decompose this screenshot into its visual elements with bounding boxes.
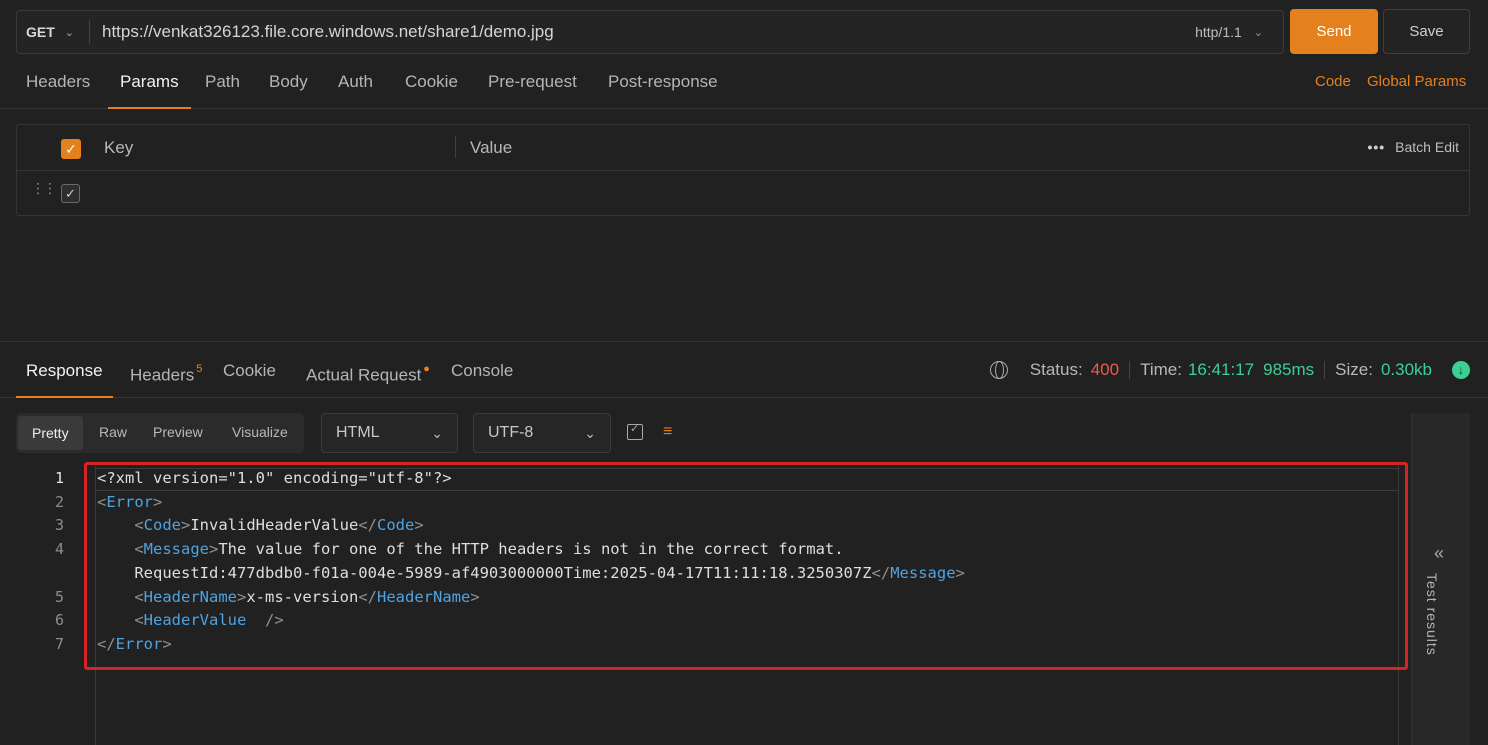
tab-params[interactable]: Params [108,62,191,109]
headers-count-badge: 5 [196,363,203,375]
test-results-panel[interactable]: « Test results [1411,413,1470,745]
response-status-bar: Status: 400 Time: 16:41:17 985ms Size: 0… [989,360,1470,380]
params-table: ✓ Key Value ••• Batch Edit ⋮⋮ ✓ [16,124,1470,216]
tab-post-response[interactable]: Post-response [608,62,718,109]
table-row: ⋮⋮ ✓ [17,171,1469,216]
line-number: 2 [54,492,64,511]
row-checkbox[interactable]: ✓ [61,184,80,203]
tab-actual-request-label: Actual Request [306,365,422,385]
tab-cookie[interactable]: Cookie [405,62,458,109]
encoding-select[interactable]: UTF-8 ⌄ [473,413,611,453]
view-visualize[interactable]: Visualize [232,424,288,440]
download-icon[interactable]: ↓ [1452,361,1470,379]
view-pretty[interactable]: Pretty [18,416,83,450]
response-tabs: Response Headers 5 Cookie Actual Request ●… [0,346,1488,398]
view-preview[interactable]: Preview [153,424,203,440]
format-value: HTML [336,424,380,441]
tab-auth[interactable]: Auth [338,62,373,109]
format-select[interactable]: HTML ⌄ [321,413,458,453]
method-label: GET [26,24,55,40]
more-icon: ••• [1367,139,1386,155]
annotation-highlight-box [84,462,1408,670]
protocol-label: http/1.1 [1195,24,1242,40]
line-number: 5 [54,587,64,606]
time-label: Time: [1140,360,1182,379]
chevron-down-icon: ⌄ [584,425,596,441]
value-column-header: Value [470,138,513,157]
duration-value: 985ms [1263,360,1315,379]
expand-left-icon: « [1434,543,1445,563]
batch-edit-label: Batch Edit [1395,139,1459,155]
line-number: 7 [54,634,64,653]
line-number: 3 [54,516,64,535]
unsaved-dot-icon: ● [423,363,430,375]
select-all-checkbox[interactable]: ✓ [61,139,81,159]
test-results-label: Test results [1424,573,1440,656]
tab-console[interactable]: Console [451,346,513,398]
word-wrap-icon[interactable]: ≡ [663,424,679,440]
chevron-down-icon: ⌄ [1253,26,1263,39]
status-label: Status: [1029,360,1083,379]
tab-pre-request[interactable]: Pre-request [488,62,577,109]
size-label: Size: [1335,360,1373,379]
key-column-header: Key [104,138,134,157]
view-raw[interactable]: Raw [99,424,127,440]
pane-splitter[interactable] [0,341,1488,342]
send-button[interactable]: Send [1290,9,1378,54]
time-value: 16:41:17 [1187,360,1255,379]
chevron-down-icon: ⌄ [64,26,74,39]
copy-icon[interactable] [627,422,643,440]
params-header-row: ✓ Key Value ••• Batch Edit [17,125,1469,171]
divider [1129,361,1131,379]
tab-response-cookie[interactable]: Cookie [223,346,276,398]
url-input[interactable]: https://venkat326123.file.core.windows.n… [90,22,1195,42]
global-params-link[interactable]: Global Params [1367,73,1466,90]
size-value: 0.30kb [1380,360,1432,379]
url-bar: GET ⌄ https://venkat326123.file.core.win… [16,10,1284,54]
chevron-down-icon: ⌄ [431,425,443,441]
code-link[interactable]: Code [1315,73,1351,90]
encoding-value: UTF-8 [488,424,534,441]
line-number: 6 [54,611,64,630]
view-mode-toggle: Pretty Raw Preview Visualize [16,413,304,453]
tab-response-headers[interactable]: Headers 5 [130,346,202,398]
batch-edit-button[interactable]: ••• Batch Edit [1367,139,1459,155]
tab-path[interactable]: Path [205,62,240,109]
method-select[interactable]: GET ⌄ [17,11,89,53]
tab-headers-label: Headers [130,365,195,385]
drag-handle-icon[interactable]: ⋮⋮ [31,181,57,195]
tab-response[interactable]: Response [16,346,113,398]
status-code: 400 [1090,360,1120,379]
tab-actual-request[interactable]: Actual Request ● [306,346,430,398]
column-resize-handle[interactable] [455,136,456,158]
tab-headers[interactable]: Headers [26,62,90,109]
line-number: 4 [54,540,64,559]
save-button[interactable]: Save [1383,9,1470,54]
globe-icon[interactable] [989,361,1008,379]
divider [1324,361,1326,379]
tab-body[interactable]: Body [269,62,308,109]
request-tabs: Headers Params Path Body Auth Cookie Pre… [0,62,1488,109]
protocol-select[interactable]: http/1.1 ⌄ [1195,24,1283,40]
line-number: 1 [54,469,64,487]
